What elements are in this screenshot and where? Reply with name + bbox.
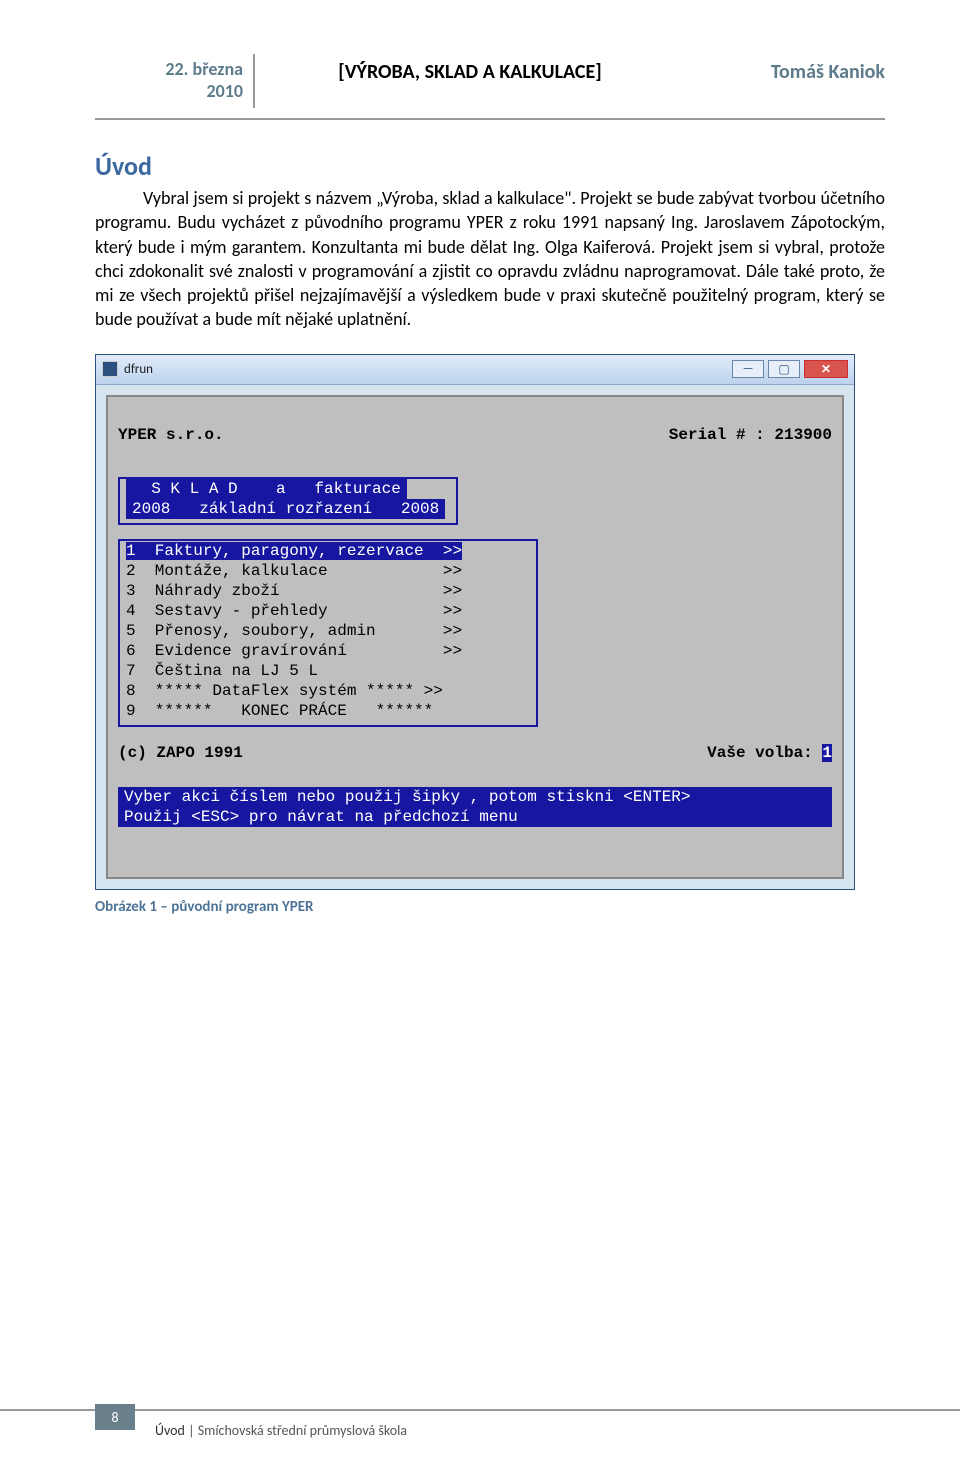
intro-paragraph-text: Vybral jsem si projekt s názvem „Výroba,… [95,187,885,330]
dos-menu-item[interactable]: 2 Montáže, kalkulace >> [126,562,462,580]
dos-menu-item[interactable]: 1 Faktury, paragony, rezervace >> [126,542,462,560]
header-date-line1: 22. března [105,58,243,80]
dos-menu-item[interactable]: 7 Čeština na LJ 5 L [126,662,443,680]
dos-menu-item[interactable]: 4 Sestavy - přehledy >> [126,602,462,620]
header-date-line2: 2010 [105,80,243,102]
dos-menu-item[interactable]: 6 Evidence gravírování >> [126,642,462,660]
app-icon [102,361,118,377]
dos-menu-item[interactable]: 3 Náhrady zboží >> [126,582,462,600]
footer-lead: Úvod [155,1422,185,1439]
header-center-title: [VÝROBA, SKLAD A KALKULACE] [338,60,602,84]
minimize-button[interactable]: — [732,360,764,378]
dos-title-l2: 2008 základní rozřazení 2008 [126,499,445,519]
maximize-button[interactable]: ▢ [768,360,800,378]
section-title: Úvod [95,150,885,182]
intro-paragraph: Vybral jsem si projekt s názvem „Výroba,… [95,186,885,332]
figure-caption: Obrázek 1 – původní program YPER [95,898,885,916]
header-rule [95,118,885,120]
dos-screen: YPER s.r.o. Serial # : 213900 S K L A D a… [106,395,844,879]
dos-menu-item[interactable]: 5 Přenosy, soubory, admin >> [126,622,462,640]
dos-title-l1: S K L A D a fakturace [126,479,407,499]
date-box: 22. března 2010 [95,54,255,108]
window-titlebar[interactable]: dfrun — ▢ ✕ [96,355,854,385]
footer-trail: | Smíchovská střední průmyslová škola [185,1422,407,1439]
dos-menu: 1 Faktury, paragony, rezervace >> 2 Mont… [118,539,538,727]
dos-serial: Serial # : 213900 [669,425,832,445]
dos-menu-item[interactable]: 8 ***** DataFlex systém ***** >> [126,682,452,700]
header-author: Tomáš Kaniok [685,60,885,84]
dos-hint-2: Použij <ESC> pro návrat na předchozí men… [118,807,832,827]
app-window: dfrun — ▢ ✕ YPER s.r.o. Serial # : 213900… [95,354,855,890]
page-number: 8 [95,1404,135,1430]
page-header: 22. března 2010 [VÝROBA, SKLAD A KALKULA… [95,60,885,108]
window-title: dfrun [124,362,732,377]
dos-menu-item[interactable]: 9 ****** KONEC PRÁCE ****** [126,702,443,720]
dos-prompt-label: Vaše volba: [707,744,813,762]
dos-prompt-value[interactable]: 1 [822,744,832,762]
dos-copyright: (c) ZAPO 1991 [118,743,243,763]
dos-hint-1: Vyber akci číslem nebo použij šipky , po… [118,787,832,807]
page-footer: 8 Úvod | Smíchovská střední průmyslová š… [0,1409,960,1443]
close-button[interactable]: ✕ [804,360,848,378]
dos-company: YPER s.r.o. [118,425,224,445]
